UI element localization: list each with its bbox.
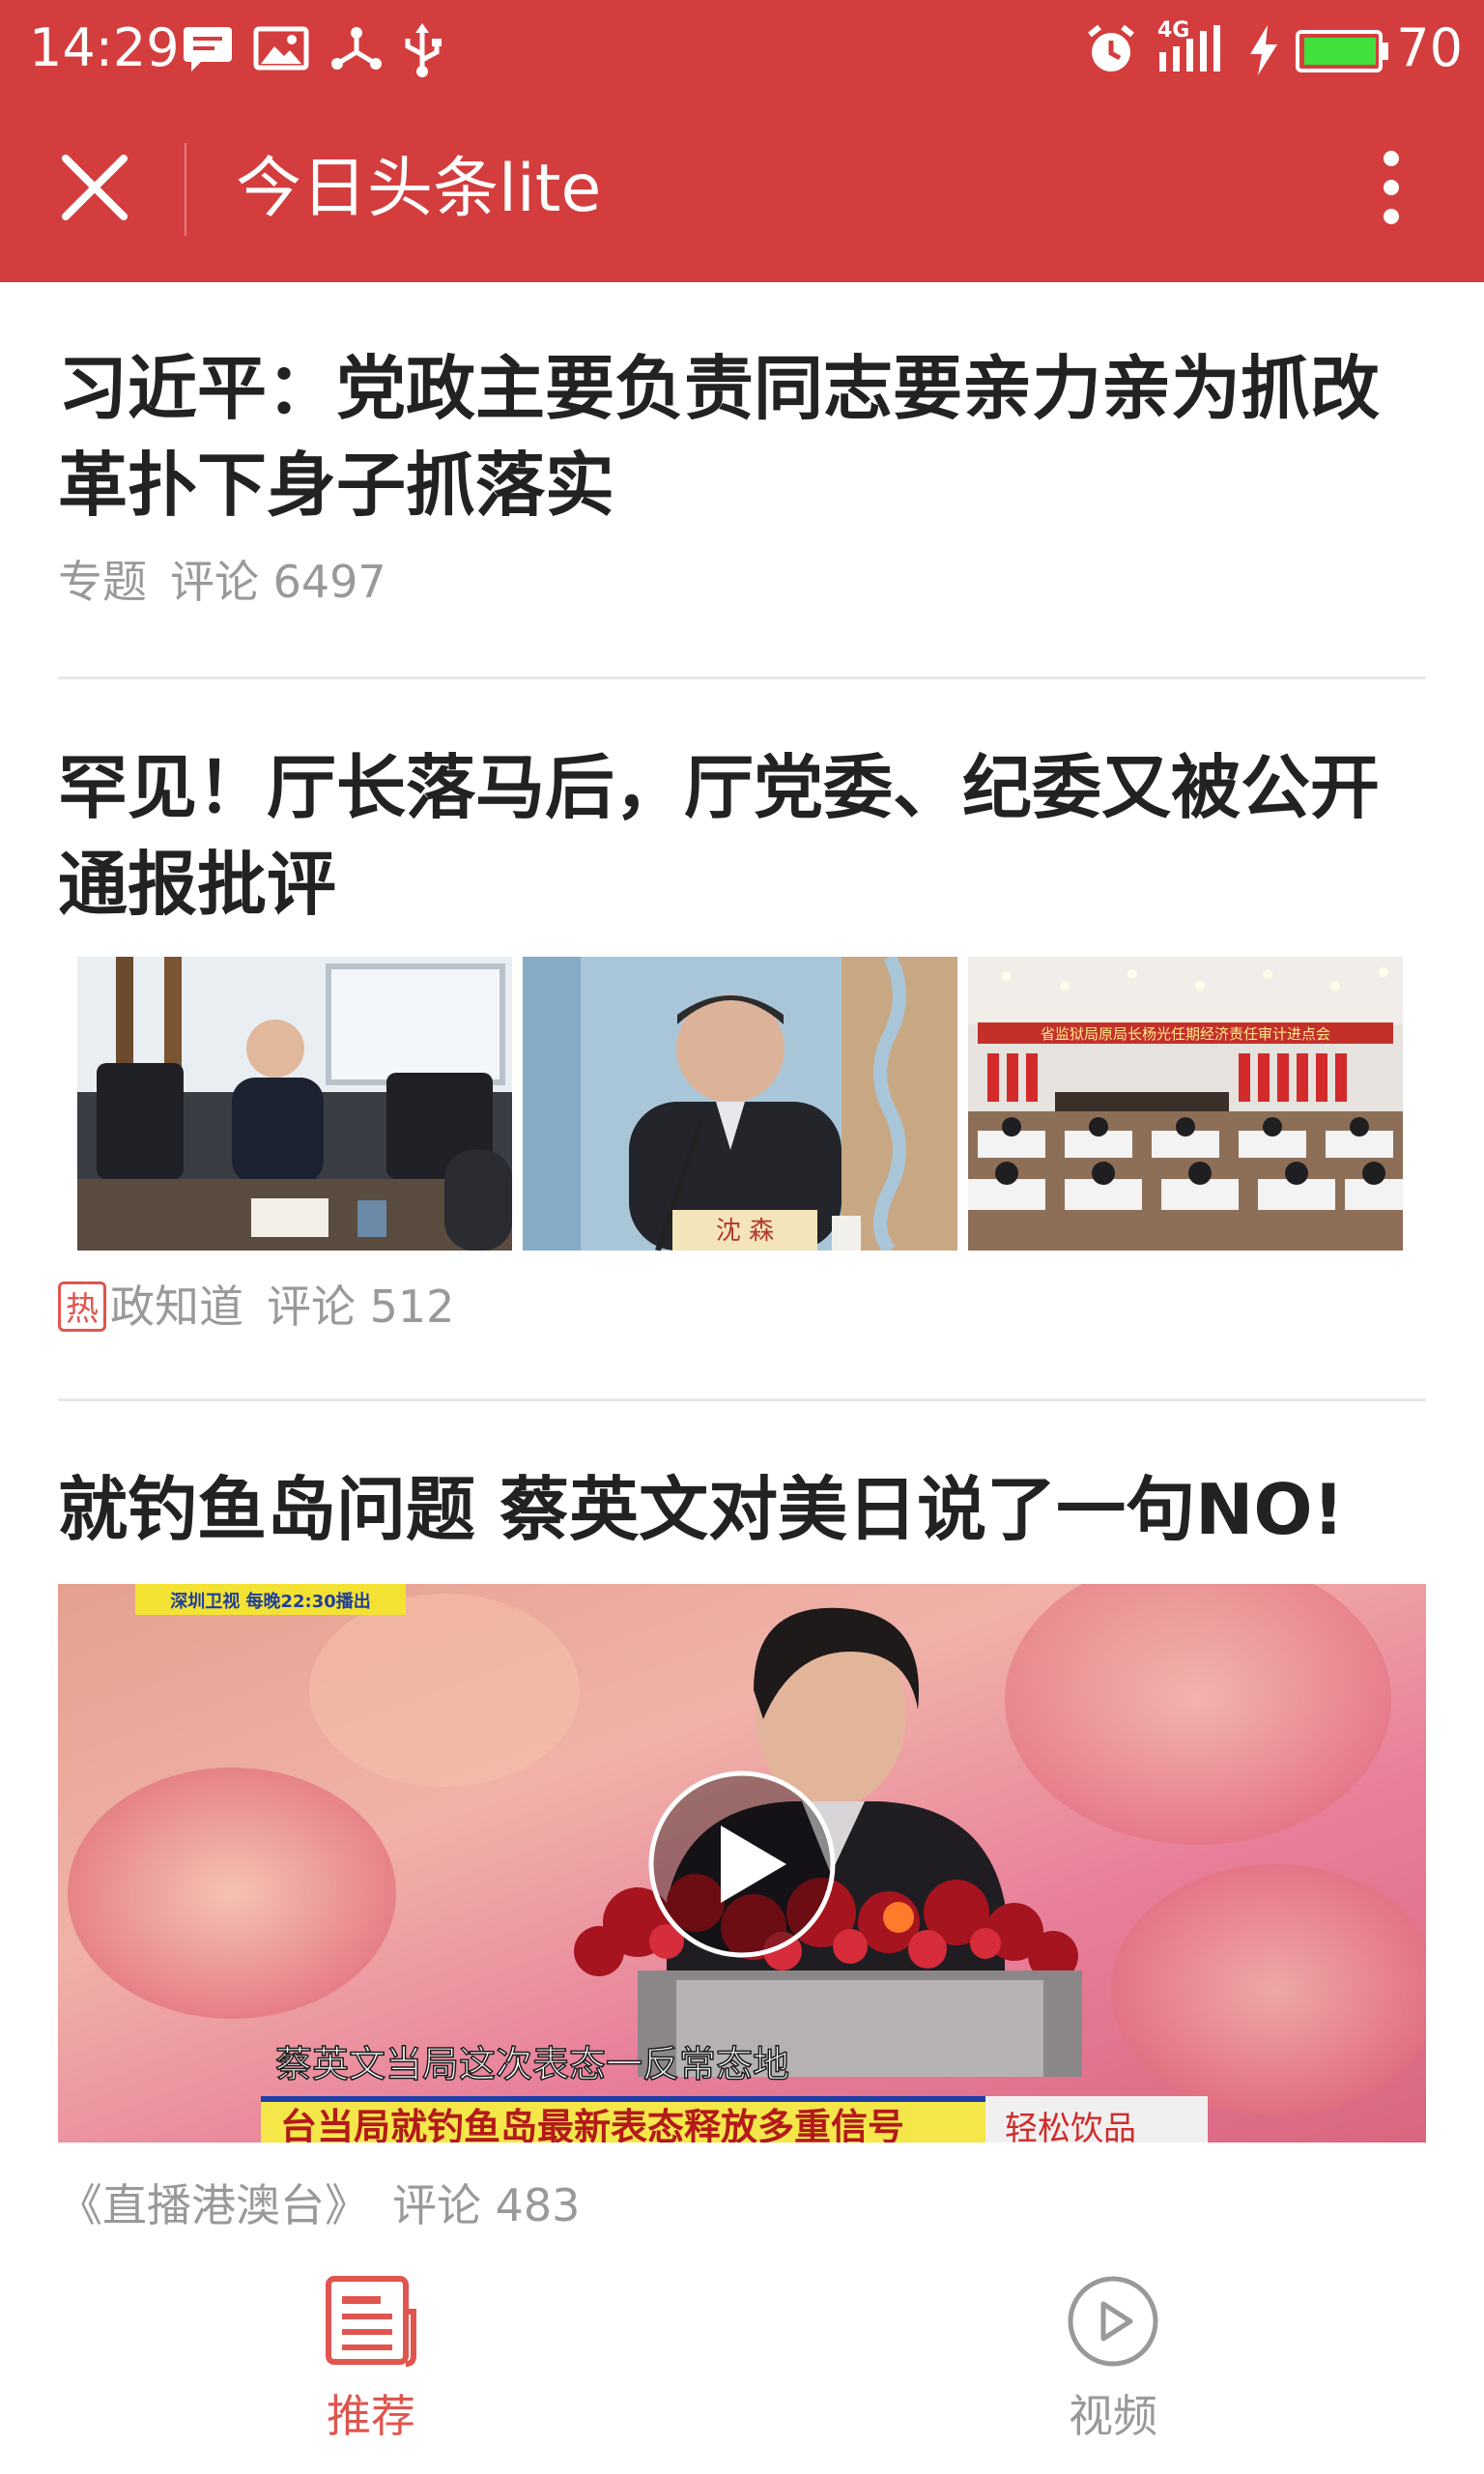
article-source: 《直播港澳台》 — [58, 2179, 369, 2231]
thumbnail-image[interactable]: 沈 森 — [523, 957, 957, 1251]
article-meta-row: 热 政知道 评论 512 — [58, 1278, 1426, 1336]
tab-label: 推荐 — [327, 2390, 415, 2442]
close-icon[interactable] — [46, 139, 143, 236]
image-gallery[interactable]: 沈 森 省监狱局原局长杨光任期经济责任审计进点会 — [77, 957, 1407, 1251]
video-ticker: 台当局就钓鱼岛最新表态释放多重信号 — [280, 2106, 904, 2143]
hot-badge: 热 — [58, 1281, 106, 1332]
signal-icon — [1159, 25, 1220, 72]
article-meta: 专题 评论 6497 — [58, 553, 1426, 611]
ticker-tag: 轻松饮品 — [1005, 2110, 1136, 2143]
article-meta: 热 政知道 评论 512 — [58, 1278, 1426, 1336]
article-card[interactable]: 习近平：党政主要负责同志要亲力亲为抓改革扑下身子抓落实 专题 评论 6497 — [58, 340, 1426, 611]
thumbnail-image[interactable] — [77, 957, 512, 1251]
comment-count: 评论 6497 — [170, 556, 386, 608]
video-play-icon — [1068, 2276, 1158, 2367]
thumbnail-image[interactable]: 省监狱局原局长杨光任期经济责任审计进点会 — [968, 957, 1403, 1251]
news-feed: 习近平：党政主要负责同志要亲力亲为抓改革扑下身子抓落实 专题 评论 6497 罕… — [0, 282, 1484, 2244]
divider — [58, 1398, 1426, 1401]
video-player[interactable]: 深圳卫视 每晚22:30播出 蔡英文当局这次表态一反常态地 台当局就钓鱼岛最新表… — [58, 1584, 1426, 2143]
status-bar: 14:29 4G 70 — [0, 0, 1484, 97]
article-source: 专题 — [58, 556, 147, 608]
photo-official-at-microphone: 沈 森 — [523, 957, 957, 1251]
comment-count: 评论 512 — [267, 1280, 455, 1333]
tab-recommend[interactable]: 推荐 — [226, 2244, 516, 2474]
comment-count: 评论 483 — [392, 2179, 581, 2231]
article-title[interactable]: 就钓鱼岛问题 蔡英文对美日说了一句NO! — [58, 1461, 1426, 1558]
article-source: 政知道 — [110, 1280, 243, 1333]
app-header: 14:29 4G 70 今日头条lite — [0, 0, 1484, 282]
charging-icon — [1250, 25, 1277, 75]
nameplate-text: 沈 森 — [716, 1217, 774, 1246]
article-title[interactable]: 罕见！厅长落马后，厅党委、纪委又被公开通报批评 — [58, 739, 1426, 933]
article-title[interactable]: 习近平：党政主要负责同志要亲力亲为抓改革扑下身子抓落实 — [58, 340, 1426, 533]
divider — [58, 676, 1426, 679]
page-title: 今日头条lite — [236, 151, 602, 227]
share-icon — [331, 27, 382, 70]
news-icon — [326, 2276, 416, 2367]
channel-badge: 深圳卫视 每晚22:30播出 — [170, 1591, 371, 1612]
tab-video[interactable]: 视频 — [968, 2244, 1258, 2474]
nav-divider — [185, 143, 186, 236]
article-card[interactable]: 罕见！厅长落马后，厅党委、纪委又被公开通报批评 — [58, 739, 1426, 933]
status-time: 14:29 — [29, 17, 180, 78]
image-icon — [253, 26, 309, 71]
photo-official-at-table — [77, 957, 512, 1251]
banner-text: 省监狱局原局长杨光任期经济责任审计进点会 — [1041, 1025, 1330, 1043]
usb-icon — [405, 23, 442, 77]
photo-conference-hall: 省监狱局原局长杨光任期经济责任审计进点会 — [968, 957, 1403, 1251]
message-icon — [184, 27, 232, 72]
nav-bar: 今日头条lite — [0, 97, 1484, 282]
video-subtitle: 蔡英文当局这次表态一反常态地 — [275, 2043, 789, 2086]
more-vertical-icon[interactable] — [1353, 139, 1430, 236]
bottom-tab-bar: 推荐 视频 — [0, 2244, 1484, 2474]
article-meta: 《直播港澳台》 评论 483 — [58, 2176, 1426, 2234]
article-card[interactable]: 就钓鱼岛问题 蔡英文对美日说了一句NO! — [58, 1461, 1426, 1558]
article-meta-row: 《直播港澳台》 评论 483 — [58, 2176, 1426, 2234]
battery-level: 70 — [1396, 17, 1463, 78]
battery-icon — [1296, 30, 1388, 72]
play-icon[interactable] — [645, 1768, 839, 1961]
alarm-icon — [1088, 24, 1134, 72]
tab-label: 视频 — [1069, 2390, 1157, 2442]
